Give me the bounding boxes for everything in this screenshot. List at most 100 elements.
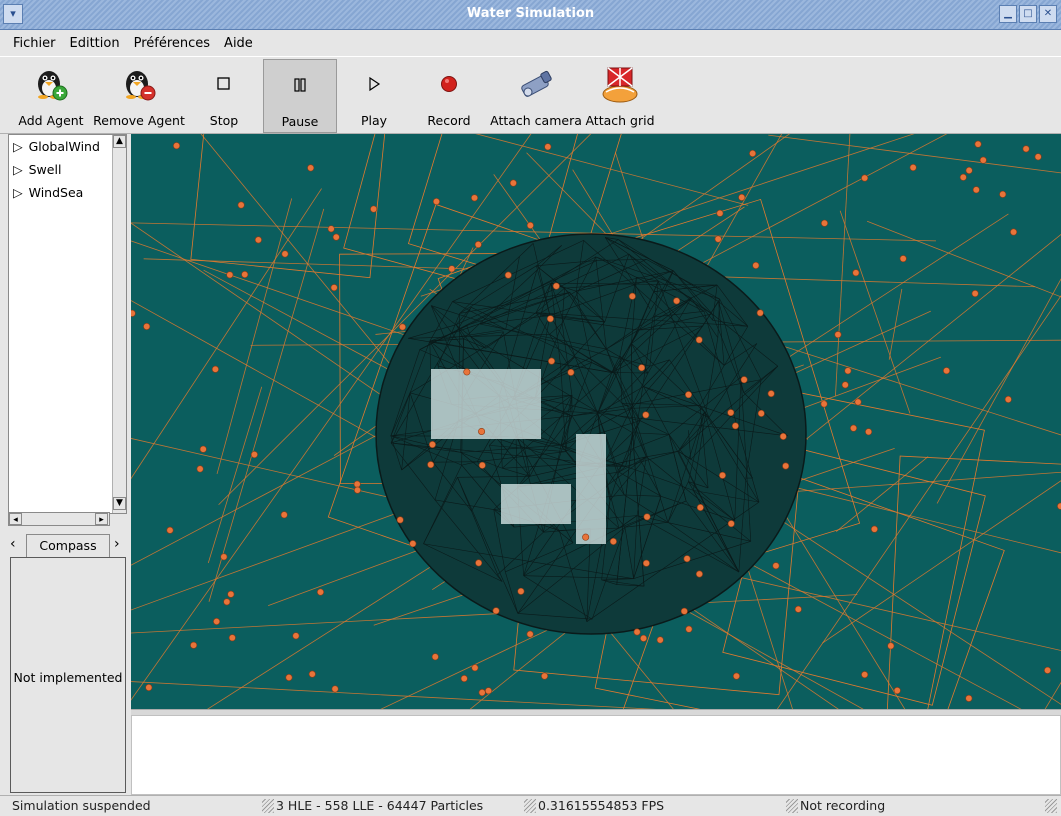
particle (782, 462, 790, 470)
window-title: Water Simulation (466, 6, 595, 21)
scroll-down-icon[interactable]: ▼ (113, 497, 126, 510)
wave-line (776, 295, 1061, 710)
tab-scroll-right-icon[interactable]: › (114, 536, 120, 552)
particle (861, 174, 869, 182)
particle (254, 236, 262, 244)
particle (552, 282, 560, 290)
particle (431, 653, 439, 661)
scroll-right-icon[interactable]: ▸ (95, 513, 108, 525)
expand-arrow-icon[interactable]: ▷ (13, 162, 23, 177)
particle (1022, 145, 1030, 153)
particle (718, 471, 726, 479)
grid-icon (597, 61, 643, 107)
status-bar: Simulation suspended 3 HLE - 558 LLE - 6… (0, 795, 1061, 816)
grid-cell (886, 455, 1061, 710)
pause-button[interactable]: Pause (263, 59, 337, 133)
particle (943, 367, 951, 375)
status-separator (524, 799, 536, 813)
particle (695, 336, 703, 344)
particle (226, 271, 234, 279)
attach-grid-button[interactable]: Attach grid (584, 59, 656, 133)
particle (1044, 666, 1052, 674)
record-icon (426, 61, 472, 107)
particle (509, 179, 517, 187)
particle (228, 634, 236, 642)
particle (683, 555, 691, 563)
resize-grip-icon[interactable] (1045, 799, 1057, 813)
particle (427, 461, 435, 469)
close-icon[interactable]: ✕ (1039, 5, 1057, 23)
particle (478, 461, 486, 469)
scroll-up-icon[interactable]: ▲ (113, 135, 126, 148)
tab-compass[interactable]: Compass (26, 534, 110, 558)
particle (474, 241, 482, 249)
add-agent-button[interactable]: Add Agent (14, 59, 88, 133)
particle (190, 641, 198, 649)
stop-button[interactable]: Stop (195, 59, 253, 133)
particle (685, 391, 693, 399)
expand-arrow-icon[interactable]: ▷ (13, 185, 23, 200)
side-tab-bar: ‹ Compass › (8, 532, 127, 558)
minimize-icon[interactable]: ▁ (999, 5, 1017, 23)
tree-item-swell[interactable]: ▷ Swell (13, 162, 61, 177)
particle (727, 409, 735, 417)
particle (794, 605, 802, 613)
menu-aide[interactable]: Aide (217, 36, 260, 51)
tree-item-windsea[interactable]: ▷ WindSea (13, 185, 83, 200)
particle (680, 607, 688, 615)
particle (974, 140, 982, 148)
attach-camera-button[interactable]: Attach camera (490, 59, 582, 133)
simulation-viewport[interactable] (131, 134, 1061, 710)
compass-panel: Not implemented (10, 557, 126, 793)
status-fps: 0.31615554853 FPS (538, 798, 665, 813)
tab-scroll-left-icon[interactable]: ‹ (10, 536, 16, 552)
tree-item-globalwind[interactable]: ▷ GlobalWind (13, 139, 100, 154)
particle (432, 198, 440, 206)
particle (308, 670, 316, 678)
particle (213, 617, 221, 625)
particle (852, 269, 860, 277)
menu-fichier[interactable]: Fichier (6, 36, 63, 51)
particle (972, 186, 980, 194)
wave-line (475, 134, 749, 206)
toolbar: Add Agent Remove Agent Stop Pause Play R… (0, 56, 1061, 134)
maximize-icon[interactable]: □ (1019, 5, 1037, 23)
particle (471, 664, 479, 672)
particle (317, 588, 325, 596)
particle (327, 225, 335, 233)
wave-line (207, 386, 263, 564)
play-button[interactable]: Play (345, 59, 403, 133)
particle (196, 465, 204, 473)
particle (779, 432, 787, 440)
particle (865, 428, 873, 436)
menu-edittion[interactable]: Edittion (63, 36, 127, 51)
scroll-left-icon[interactable]: ◂ (9, 513, 22, 525)
tree-vertical-scrollbar[interactable]: ▲ ▼ (112, 135, 126, 513)
title-bar: ▾ Water Simulation ▁ □ ✕ (0, 0, 1061, 30)
particle (223, 598, 231, 606)
log-area (131, 715, 1061, 795)
particle (971, 290, 979, 298)
particle (752, 261, 760, 269)
record-button[interactable]: Record (418, 59, 480, 133)
particle (979, 156, 987, 164)
particle (695, 570, 703, 578)
particle (854, 398, 862, 406)
status-state: Simulation suspended (12, 798, 151, 813)
expand-arrow-icon[interactable]: ▷ (13, 139, 23, 154)
particle (428, 441, 436, 449)
particle (757, 409, 765, 417)
agent-tree[interactable]: ▷ GlobalWind ▷ Swell ▷ WindSea ▲ ▼ (8, 134, 127, 514)
particle (893, 687, 901, 695)
particle (478, 427, 486, 435)
remove-agent-button[interactable]: Remove Agent (93, 59, 185, 133)
tree-horizontal-scrollbar[interactable]: ◂ ▸ (8, 512, 110, 526)
wave-line (131, 681, 676, 710)
particle (749, 149, 757, 157)
particle (544, 143, 552, 151)
menu-preferences[interactable]: Préférences (127, 36, 217, 51)
particle (548, 357, 556, 365)
window-controls: ▁ □ ✕ (999, 5, 1057, 23)
particle (131, 309, 136, 317)
particle (740, 376, 748, 384)
